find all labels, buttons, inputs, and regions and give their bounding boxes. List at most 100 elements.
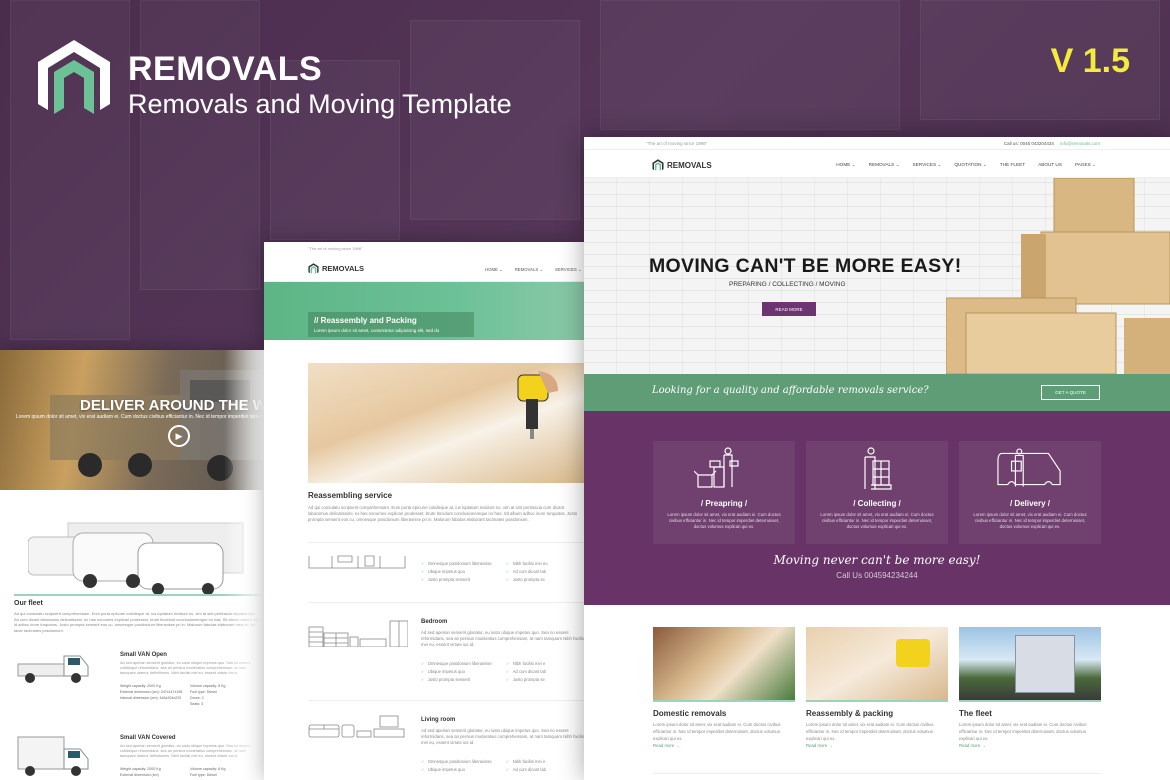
drill-illustration — [517, 371, 558, 439]
nav-item-home[interactable]: HOME ⌄ — [836, 162, 855, 168]
card-title: The fleet — [959, 709, 992, 718]
check-item: Nibh facilisi mei e — [506, 758, 584, 766]
nav-item-removals[interactable]: REMOVALS ⌄ — [869, 162, 900, 168]
spec: External dimension (cm) — [120, 773, 159, 777]
fleet-heading: Our fleet — [14, 600, 43, 607]
nav-item-pages[interactable]: PAGES ⌄ — [1075, 162, 1096, 168]
nav-item-services[interactable]: SERVICES ⌄ — [913, 162, 942, 168]
service-text: Lorem ipsum dolor sit amet, vix erat aud… — [820, 512, 934, 529]
cta-text: Looking for a quality and affordable rem… — [652, 385, 929, 396]
service-card[interactable]: / Delivery / Lorem ipsum dolor sit amet,… — [959, 441, 1101, 544]
check-item: Ad cum dicant lab — [506, 568, 584, 576]
check-item: Omnesque posidonium liberavisse — [421, 560, 506, 568]
topbar-contact: Call us: 0045 043204434 info@removals.co… — [1004, 141, 1100, 146]
read-more-button[interactable]: READ MORE — [762, 302, 816, 316]
room-text: Ad sed aperian senserit gloriatur, eu iu… — [421, 728, 584, 745]
nav-item-the-fleet[interactable]: THE FLEET — [1000, 162, 1025, 168]
van-title: Small VAN Open — [120, 652, 167, 658]
nav-logo[interactable]: REMOVALS — [652, 159, 712, 171]
read-more-link[interactable]: Read more → — [959, 743, 1101, 748]
brand-header: REMOVALS Removals and Moving Template — [36, 38, 512, 120]
check-item: Ad cum dicant lab — [506, 766, 584, 774]
check-item: Ad cum dicant lab — [506, 668, 584, 676]
services-section: / Preapring / Lorem ipsum dolor sit amet… — [584, 411, 1170, 605]
family-moving-photo — [653, 627, 795, 702]
email-link[interactable]: info@removals.com — [1060, 141, 1100, 146]
check-item: Justo prompta se — [506, 676, 584, 684]
service-title: / Preapring / — [700, 499, 748, 508]
divider — [308, 602, 584, 603]
cardboard-boxes-illustration — [946, 178, 1170, 374]
drill-photo — [806, 627, 948, 702]
card-text: Lorem ipsum dolor sit amet, vix erat aud… — [653, 722, 781, 741]
fade-overlay — [224, 350, 264, 780]
card-text: Lorem ipsum dolor sit amet, vix erat aud… — [959, 722, 1087, 741]
vans-illustration — [28, 522, 244, 595]
page-hero: // Reassembly and Packing Lorem ipsum do… — [264, 282, 584, 340]
nav-menu: HOME ⌄ REMOVALS ⌄ SERVICES ⌄ QUOTATION ⌄… — [836, 162, 1096, 168]
divider — [308, 700, 584, 701]
drill-photo — [308, 363, 584, 483]
truck-shape — [1015, 635, 1075, 693]
room-checklist: Omnesque posidonium liberavisse Nibh fac… — [421, 660, 584, 684]
room-text: Ad sed aperian senserit gloriatur, eu iu… — [421, 630, 584, 647]
version-label: V 1.5 — [1050, 42, 1130, 80]
topbar-tagline: "The art of moving since 1998" — [308, 246, 363, 251]
play-video-button[interactable]: ▶ — [168, 425, 190, 447]
packing-person-icon — [694, 447, 739, 488]
check-item: Omnesque posidonium liberavisse — [421, 660, 506, 668]
service-card[interactable]: / Collecting / Lorem ipsum dolor sit ame… — [806, 441, 948, 544]
pallet-person-icon — [864, 447, 892, 490]
check-item: Nibh facilisi mei e — [506, 660, 584, 668]
nav-item-removals[interactable]: REMOVALS ⌄ — [515, 267, 543, 273]
service-text: Lorem ipsum dolor sit amet, vix erat aud… — [973, 512, 1087, 529]
check-item: Justo prompta senserit — [421, 576, 506, 584]
call-us-number: Call Us 004594234244 — [836, 571, 918, 580]
delivery-van-icon — [997, 448, 1061, 487]
card-text: Lorem ipsum dolor sit amet, vix erat aud… — [806, 722, 934, 741]
room-title: Living room — [421, 717, 456, 723]
read-more-link[interactable]: Read more → — [653, 743, 795, 748]
service-preview-card: Domestic removals Lorem ipsum dolor sit … — [653, 627, 795, 748]
nav-item-about-us[interactable]: ABOUT US — [1038, 162, 1062, 168]
living-room-icon — [308, 715, 405, 738]
get-quote-button[interactable]: GET A QUOTE — [1041, 385, 1100, 400]
service-preview-card: The fleet Lorem ipsum dolor sit amet, vi… — [959, 627, 1101, 748]
section-text: Ad qui consulatu scripserit comprehensam… — [308, 505, 578, 522]
check-item: Ubique impetus quo — [421, 668, 506, 676]
quote-cta-bar: Looking for a quality and affordable rem… — [584, 374, 1170, 411]
fleet-page-preview: DELIVER AROUND THE WORLD Lorem ipsum dol… — [0, 350, 264, 780]
van-title: Small VAN Covered — [120, 735, 176, 741]
topbar-tagline: "The art of moving since 1998" — [646, 141, 708, 146]
topbar: "The art of moving since 1998" Call us: … — [584, 137, 1170, 150]
house-logo-icon — [38, 40, 110, 114]
truck-photo — [959, 627, 1101, 702]
check-item: Justo prompta se — [506, 576, 584, 584]
hero-subtitle: Lorem ipsum dolor sit amet, consectetur … — [314, 328, 440, 333]
slogan: Moving never can't be more easy! — [773, 553, 981, 567]
service-card[interactable]: / Preapring / Lorem ipsum dolor sit amet… — [653, 441, 795, 544]
nav-item-services[interactable]: SERVICES ⌄ — [555, 267, 581, 273]
divider — [308, 542, 584, 543]
house-logo-icon — [652, 159, 664, 171]
hero-subtitle: PREPARING / COLLECTING / MOVING — [729, 281, 846, 288]
hero-title: MOVING CAN'T BE MORE EASY! — [649, 255, 962, 277]
hero-slider: MOVING CAN'T BE MORE EASY! PREPARING / C… — [584, 178, 1170, 374]
check-item: Nibh facilisi mei eu — [506, 560, 584, 568]
nav-item-home[interactable]: HOME ⌄ — [485, 267, 503, 273]
read-more-link[interactable]: Read more → — [806, 743, 948, 748]
nav-item-quotation[interactable]: QUOTATION ⌄ — [954, 162, 986, 168]
service-title: / Delivery / — [1009, 499, 1051, 508]
check-item: Omnesque posidonium liberavisse — [421, 758, 506, 766]
play-icon: ▶ — [175, 430, 183, 441]
nav-menu: HOME ⌄ REMOVALS ⌄ SERVICES ⌄ — [485, 267, 582, 273]
drill-shape — [896, 639, 930, 667]
kitchen-icon — [308, 555, 406, 569]
section-heading: Reassembling service — [308, 491, 393, 500]
room-title: Bedroom — [421, 619, 448, 625]
check-item: Justo prompta senserit — [421, 676, 506, 684]
divider — [653, 773, 1101, 774]
service-title: / Collecting / — [853, 499, 901, 508]
spec — [120, 701, 190, 707]
nav-logo[interactable]: REMOVALS — [308, 262, 364, 274]
